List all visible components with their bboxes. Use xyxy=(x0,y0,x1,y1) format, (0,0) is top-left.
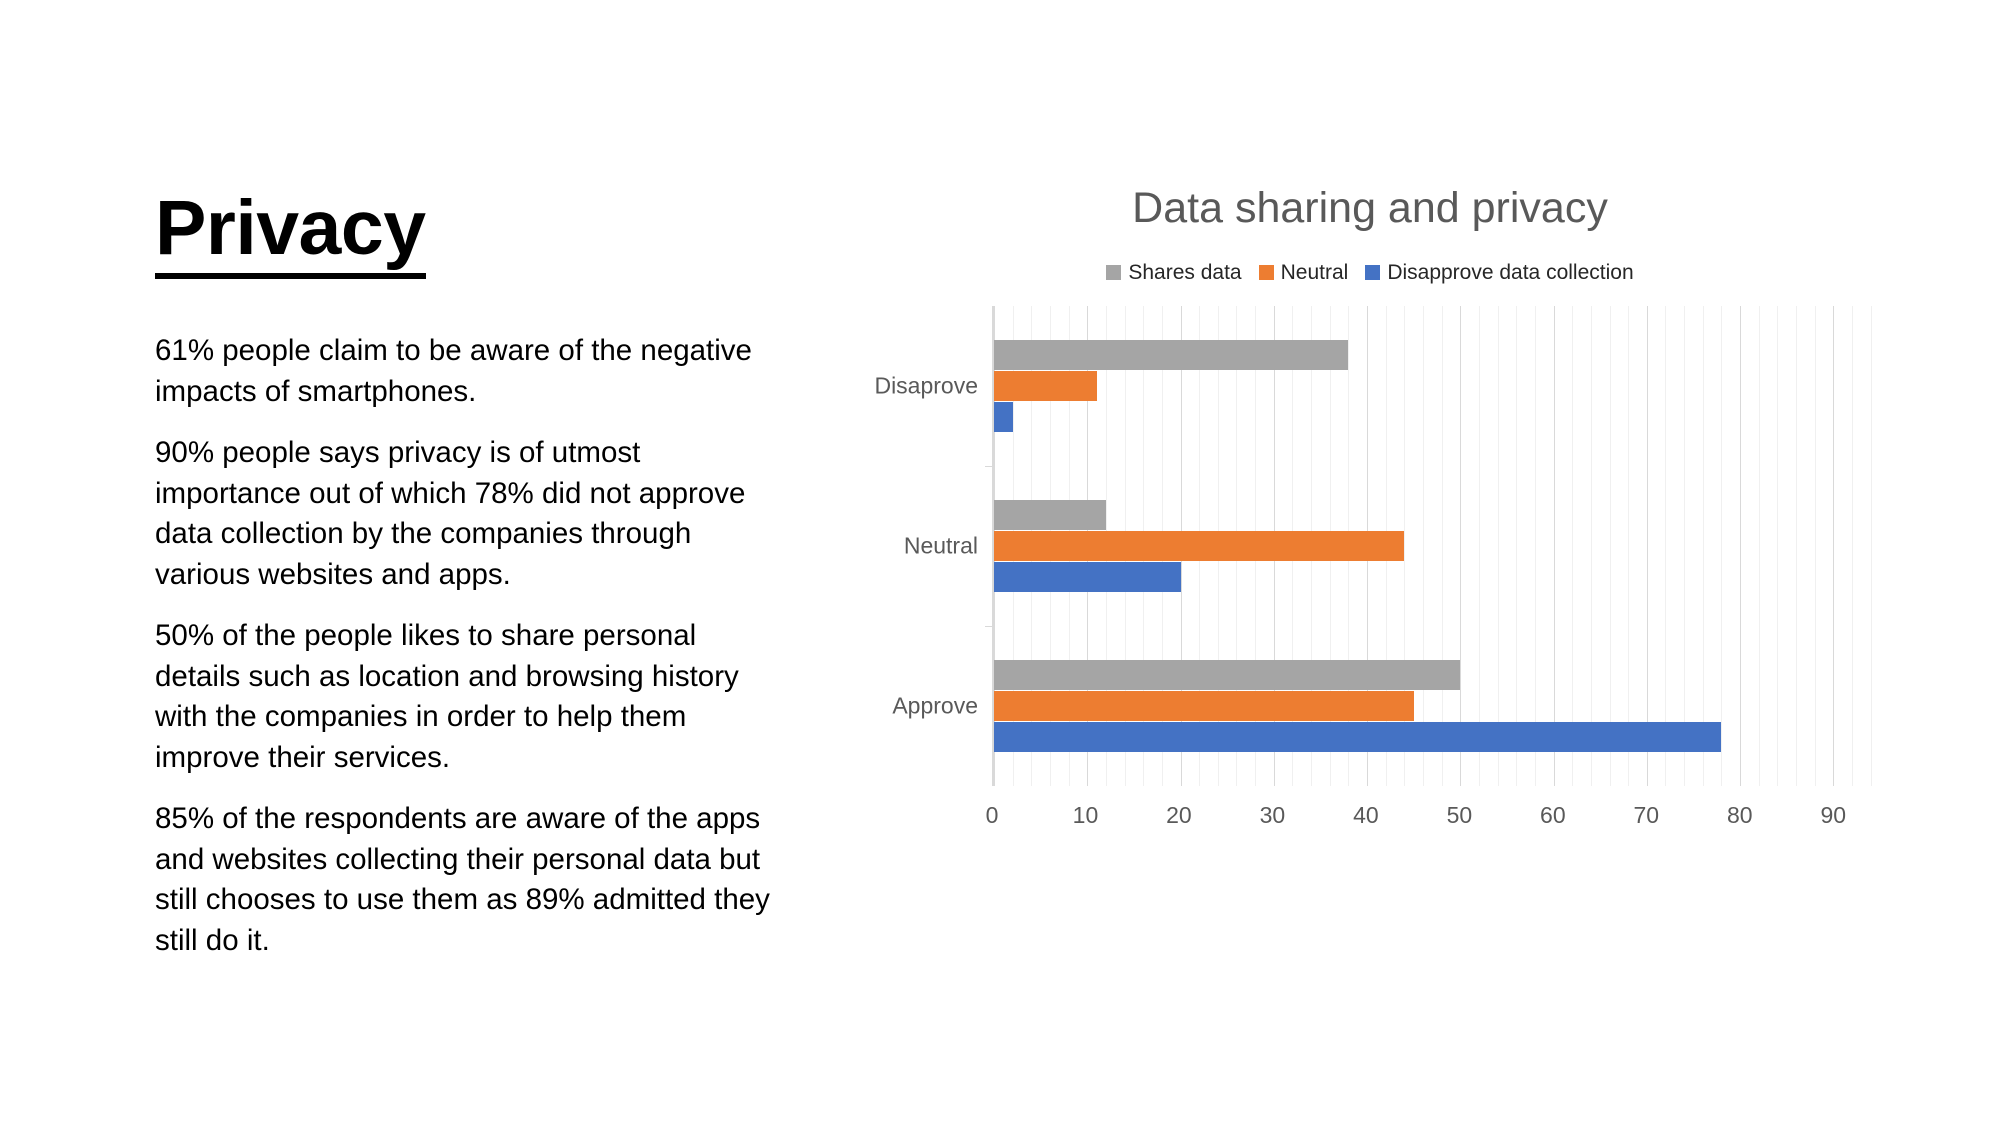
x-axis-label: 80 xyxy=(1726,802,1753,829)
legend-item[interactable]: Disapprove data collection xyxy=(1365,260,1634,284)
legend-swatch-icon xyxy=(1106,264,1122,280)
bar-neutral-neutral[interactable] xyxy=(994,531,1405,562)
body-paragraph: 61% people claim to be aware of the nega… xyxy=(155,334,752,408)
x-axis-label: 50 xyxy=(1446,802,1473,829)
plot-area xyxy=(985,306,1880,787)
legend-swatch-icon xyxy=(1258,264,1274,280)
x-axis-label: 60 xyxy=(1540,802,1566,829)
bar-neutral-disapprove-data-collection[interactable] xyxy=(994,562,1181,593)
y-axis-tick xyxy=(985,626,994,628)
x-axis: 0 10 20 30 40 50 60 70 80 90 xyxy=(986,786,1880,834)
body-paragraph: 90% people says privacy is of utmost imp… xyxy=(155,436,746,591)
chart-panel: Data sharing and privacy Shares data Neut… xyxy=(860,175,1880,975)
bar-approve-disapprove-data-collection[interactable] xyxy=(994,722,1722,753)
chart-plot: Disaprove Neutral Approve 0 10 20 30 40 50 60 70 8… xyxy=(860,306,1880,836)
y-axis-label: Disaprove xyxy=(874,372,978,399)
x-axis-label: 20 xyxy=(1166,802,1192,829)
bar-neutral-shares-data[interactable] xyxy=(994,500,1106,531)
bars-layer xyxy=(994,306,1880,786)
y-axis-label: Approve xyxy=(892,692,978,719)
legend-item[interactable]: Shares data xyxy=(1106,260,1242,284)
chart-title: Data sharing and privacy xyxy=(1132,184,1608,232)
body-paragraph: 85% of the respondents are aware of the … xyxy=(155,802,770,957)
page-title: Privacy xyxy=(155,190,426,279)
bar-approve-shares-data[interactable] xyxy=(994,660,1461,691)
legend-label: Shares data xyxy=(1128,260,1242,284)
chart-legend: Shares data Neutral Disapprove data collec… xyxy=(860,260,1880,284)
body-paragraph: 50% of the people likes to share persona… xyxy=(155,619,739,774)
body-text-block: 61% people claim to be aware of the nega… xyxy=(155,331,795,961)
y-axis: Disaprove Neutral Approve xyxy=(860,306,992,786)
legend-swatch-icon xyxy=(1365,264,1381,280)
bar-disaprove-disapprove-data-collection[interactable] xyxy=(994,402,1013,433)
legend-label: Neutral xyxy=(1280,260,1349,284)
x-axis-label: 10 xyxy=(1072,802,1099,829)
legend-item[interactable]: Neutral xyxy=(1258,260,1349,284)
bar-disaprove-shares-data[interactable] xyxy=(994,340,1349,371)
legend-label: Disapprove data collection xyxy=(1387,260,1634,284)
x-axis-label: 70 xyxy=(1633,802,1660,829)
y-axis-tick xyxy=(985,466,994,468)
x-axis-label: 0 xyxy=(985,802,999,829)
y-axis-label: Neutral xyxy=(903,532,978,559)
x-axis-label: 40 xyxy=(1353,802,1379,829)
bar-approve-neutral[interactable] xyxy=(994,691,1414,722)
slide-left-panel: Privacy 61% people claim to be aware of … xyxy=(155,190,795,961)
x-axis-label: 30 xyxy=(1259,802,1286,829)
x-axis-label: 90 xyxy=(1820,802,1847,829)
bar-disaprove-neutral[interactable] xyxy=(994,371,1097,402)
